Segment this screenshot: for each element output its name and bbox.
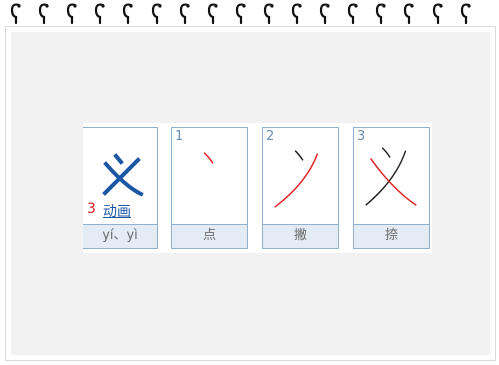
character-card: 3 动画 yí、yì — [83, 127, 158, 249]
ring-icon — [151, 2, 163, 24]
ring-icon — [403, 2, 415, 24]
stroke-name: 捺 — [354, 224, 429, 248]
ring-icon — [432, 2, 444, 24]
ring-icon — [319, 2, 331, 24]
stroke-face-1: 1 — [172, 128, 247, 225]
stroke-face-3: 3 — [354, 128, 429, 225]
animation-link[interactable]: 动画 — [103, 201, 131, 221]
character-face: 3 动画 — [83, 128, 157, 225]
ring-icon — [291, 2, 303, 24]
stroke-card-3: 3 捺 — [353, 127, 430, 249]
stroke-name: 撇 — [263, 224, 338, 248]
stroke-diagram-3 — [365, 147, 417, 206]
ring-icon — [66, 2, 78, 24]
stroke-face-2: 2 — [263, 128, 338, 225]
pinyin-label: yí、yì — [83, 224, 157, 248]
ring-icon — [94, 2, 106, 24]
ring-icon — [375, 2, 387, 24]
ring-icon — [235, 2, 247, 24]
ring-icon — [38, 2, 50, 24]
stroke-diagram-2 — [274, 150, 319, 208]
ring-icon — [347, 2, 359, 24]
ring-icon — [460, 2, 472, 24]
ring-icon — [122, 2, 134, 24]
stroke-name: 点 — [172, 224, 247, 248]
ring-icon — [263, 2, 275, 24]
stroke-card-2: 2 撇 — [262, 127, 339, 249]
stroke-count: 3 — [87, 201, 96, 217]
stroke-card-1: 1 点 — [171, 127, 248, 249]
ring-icon — [207, 2, 219, 24]
stroke-diagram-1 — [203, 152, 214, 164]
ring-icon — [179, 2, 191, 24]
ring-icon — [10, 2, 22, 24]
